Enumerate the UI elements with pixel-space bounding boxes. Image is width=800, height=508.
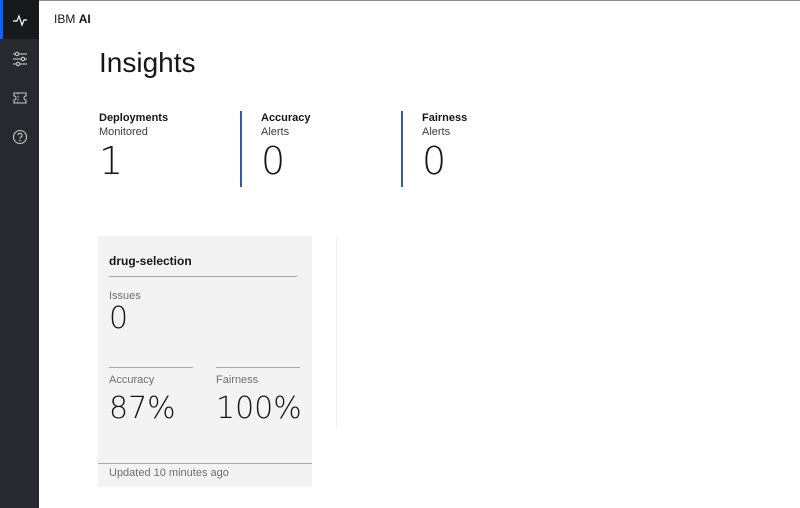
brand-logo[interactable]: IBM AI [54, 12, 91, 26]
sidebar [0, 0, 39, 508]
accuracy-label: Accuracy [109, 374, 155, 386]
divider [98, 463, 312, 464]
top-bar: IBM AI [39, 0, 800, 36]
metric-value: 0 [261, 139, 286, 183]
fairness-value: 100% [216, 391, 302, 426]
deployment-name: drug-selection [109, 254, 192, 268]
divider [109, 367, 193, 368]
metric-value: 1 [99, 139, 124, 183]
metric-subtitle: Alerts [261, 126, 290, 138]
brand-name: AI [78, 12, 91, 26]
deployment-card[interactable]: drug-selection Issues 0 Accuracy 87% Fai… [98, 236, 312, 487]
metric-deployments: Deployments Monitored 1 [99, 111, 168, 187]
metric-accuracy-alerts: Accuracy Alerts 0 [261, 111, 311, 187]
sidebar-item-tickets[interactable] [0, 78, 39, 117]
divider [336, 236, 337, 429]
divider [216, 367, 300, 368]
metric-divider [240, 111, 242, 187]
page-title: Insights [99, 47, 196, 78]
sidebar-item-help[interactable] [0, 117, 39, 156]
sidebar-item-configure[interactable] [0, 39, 39, 78]
metric-title: Fairness [422, 112, 468, 124]
metric-value: 0 [422, 139, 447, 183]
updated-timestamp: Updated 10 minutes ago [109, 467, 229, 479]
metric-subtitle: Alerts [422, 126, 451, 138]
accuracy-value: 87% [109, 391, 176, 426]
brand-prefix: IBM [54, 12, 76, 26]
sidebar-item-insights[interactable] [0, 0, 39, 39]
metric-divider [401, 111, 403, 187]
ticket-icon [12, 91, 27, 104]
issues-value: 0 [109, 301, 129, 336]
help-icon [12, 129, 27, 144]
fairness-label: Fairness [216, 374, 259, 386]
settings-adjust-icon [12, 51, 27, 66]
metric-title: Accuracy [261, 112, 311, 124]
metric-subtitle: Monitored [99, 126, 148, 138]
divider [109, 276, 297, 277]
activity-icon [12, 13, 27, 27]
metric-title: Deployments [99, 112, 169, 124]
metric-fairness-alerts: Fairness Alerts 0 [422, 111, 467, 187]
